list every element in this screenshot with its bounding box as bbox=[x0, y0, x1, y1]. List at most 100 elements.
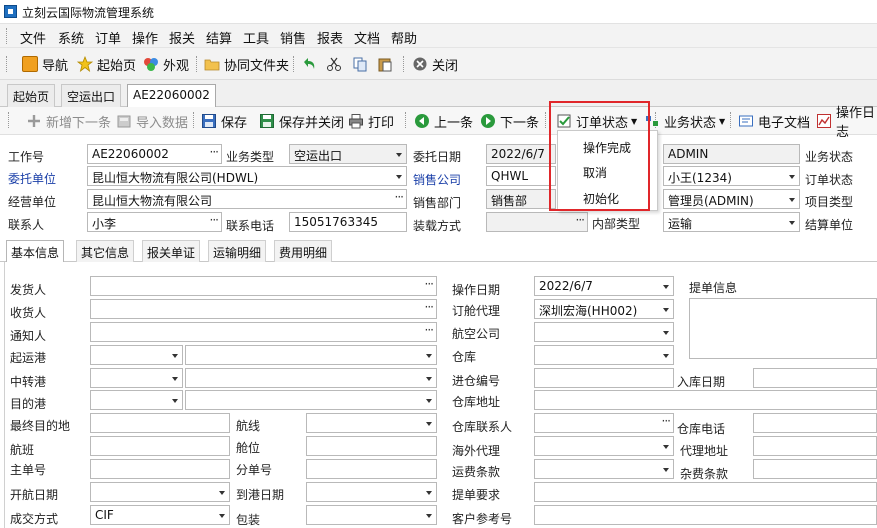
trade-terms-select[interactable]: CIF bbox=[90, 505, 230, 525]
status-menu-item-init[interactable]: 初始化 bbox=[583, 190, 619, 207]
client-label[interactable]: 委托单位 bbox=[8, 170, 56, 187]
bl-info-textarea[interactable] bbox=[689, 298, 877, 359]
pol-name-select[interactable] bbox=[185, 345, 437, 365]
menu-system[interactable]: 系统 bbox=[56, 27, 86, 48]
client-select[interactable]: 昆山恒大物流有限公司(HDWL) bbox=[87, 166, 407, 186]
bl-info-label: 提单信息 bbox=[689, 281, 738, 295]
flight-field[interactable] bbox=[90, 436, 230, 456]
title-bar: 立刻云国际物流管理系统 bbox=[0, 0, 877, 24]
tab-basic-info[interactable]: 基本信息 bbox=[6, 240, 65, 263]
sales-company-field[interactable]: QHWL bbox=[486, 166, 556, 186]
loading-method-field[interactable] bbox=[486, 212, 588, 232]
eta-date-field[interactable] bbox=[306, 482, 437, 502]
nav-button[interactable]: 导航 bbox=[22, 55, 68, 74]
freight-terms-select[interactable] bbox=[534, 459, 674, 479]
transit-code-select[interactable] bbox=[90, 368, 183, 388]
tab-ae22060002[interactable]: AE22060002 bbox=[127, 84, 216, 108]
save-close-button[interactable]: 保存并关闭 bbox=[259, 112, 344, 131]
shipper-label: 发货人 bbox=[10, 283, 47, 297]
agent-addr-field[interactable] bbox=[753, 436, 877, 456]
route-select[interactable] bbox=[306, 413, 437, 433]
order-status-button[interactable]: 订单状态 ▼ bbox=[556, 112, 637, 131]
airline-select[interactable] bbox=[534, 322, 674, 342]
op-date-field[interactable]: 2022/6/7 bbox=[534, 276, 674, 296]
menu-tools[interactable]: 工具 bbox=[241, 27, 271, 48]
menu-documents[interactable]: 文档 bbox=[352, 27, 382, 48]
menu-operation[interactable]: 操作 bbox=[130, 27, 160, 48]
add-next-button[interactable]: 新增下一条 bbox=[26, 112, 111, 131]
manager-select[interactable]: 管理员(ADMIN) bbox=[663, 189, 800, 209]
appearance-button[interactable]: 外观 bbox=[143, 55, 189, 74]
undo-button[interactable] bbox=[301, 55, 321, 73]
status-menu-item-cancel[interactable]: 取消 bbox=[583, 164, 607, 181]
final-dest-field[interactable] bbox=[90, 413, 230, 433]
salesman-select[interactable]: 小王(1234) bbox=[663, 166, 800, 186]
wh-in-date-field[interactable] bbox=[753, 368, 877, 388]
operator-field[interactable]: 昆山恒大物流有限公司 bbox=[87, 189, 407, 209]
close-button[interactable]: 关闭 bbox=[412, 55, 458, 74]
tab-transport-details[interactable]: 运输明细 bbox=[208, 240, 267, 262]
sales-dept-field[interactable]: 销售部 bbox=[486, 189, 556, 209]
booking-agent-select[interactable]: 深圳宏海(HH002) bbox=[534, 299, 674, 319]
operation-log-button[interactable]: 操作日志 bbox=[816, 106, 877, 140]
save-button[interactable]: 保存 bbox=[201, 112, 247, 131]
contact-field[interactable]: 小李 bbox=[87, 212, 222, 232]
menu-order[interactable]: 订单 bbox=[93, 27, 123, 48]
e-documents-button[interactable]: 电子文档 bbox=[738, 112, 810, 131]
warehouse-select[interactable] bbox=[534, 345, 674, 365]
overseas-agent-select[interactable] bbox=[534, 436, 674, 456]
copy-button[interactable] bbox=[352, 55, 372, 73]
customer-ref-field[interactable] bbox=[534, 505, 877, 525]
paste-button[interactable] bbox=[377, 55, 397, 73]
pod-name-select[interactable] bbox=[185, 390, 437, 410]
tab-other-info[interactable]: 其它信息 bbox=[76, 240, 135, 262]
notify-field[interactable] bbox=[90, 322, 437, 342]
next-record-button[interactable]: 下一条 bbox=[480, 112, 539, 131]
mawb-field[interactable] bbox=[90, 459, 230, 479]
wh-in-no-field[interactable] bbox=[534, 368, 674, 388]
consignee-field[interactable] bbox=[90, 299, 437, 319]
menu-settlement[interactable]: 结算 bbox=[204, 27, 234, 48]
entrust-date-field[interactable]: 2022/6/7 bbox=[486, 144, 556, 164]
phone-field[interactable]: 15051763345 bbox=[289, 212, 407, 232]
pol-code-select[interactable] bbox=[90, 345, 183, 365]
tab-air-export[interactable]: 空运出口 bbox=[61, 84, 122, 107]
business-status-button[interactable]: 业务状态 ▼ bbox=[644, 112, 725, 131]
import-button[interactable]: 导入数据 bbox=[116, 112, 188, 131]
packing-select[interactable] bbox=[306, 505, 437, 525]
action-toolbar: 新增下一条 导入数据 保存 保存并关闭 打印 上一条 下一条 订单状态 ▼ 业务状… bbox=[0, 106, 877, 140]
biz-type-select[interactable]: 空运出口 bbox=[289, 144, 407, 164]
creator-field[interactable]: ADMIN bbox=[663, 144, 800, 164]
wh-addr-field[interactable] bbox=[534, 390, 877, 410]
tab-fee-details[interactable]: 费用明细 bbox=[274, 240, 333, 262]
toolbar-separator bbox=[545, 112, 547, 128]
tab-start-page[interactable]: 起始页 bbox=[7, 84, 56, 107]
job-no-field[interactable]: AE22060002 bbox=[87, 144, 222, 164]
internal-type-select[interactable]: 运输 bbox=[663, 212, 800, 232]
prev-record-button[interactable]: 上一条 bbox=[414, 112, 473, 131]
wh-contact-field[interactable] bbox=[534, 413, 674, 433]
menu-reports[interactable]: 报表 bbox=[315, 27, 345, 48]
save-icon bbox=[201, 113, 217, 129]
shared-folder-button[interactable]: 协同文件夹 bbox=[204, 55, 289, 74]
tab-customs-docs[interactable]: 报关单证 bbox=[142, 240, 201, 262]
home-button[interactable]: 起始页 bbox=[76, 55, 136, 74]
menu-file[interactable]: 文件 bbox=[18, 27, 48, 48]
menu-sales[interactable]: 销售 bbox=[278, 27, 308, 48]
undo-icon bbox=[301, 56, 317, 72]
cut-button[interactable] bbox=[326, 55, 346, 73]
misc-terms-field[interactable] bbox=[753, 459, 877, 479]
transit-name-select[interactable] bbox=[185, 368, 437, 388]
wh-phone-field[interactable] bbox=[753, 413, 877, 433]
hawb-field[interactable] bbox=[306, 459, 437, 479]
menu-customs[interactable]: 报关 bbox=[167, 27, 197, 48]
pod-code-select[interactable] bbox=[90, 390, 183, 410]
shipper-field[interactable] bbox=[90, 276, 437, 296]
etd-date-field[interactable] bbox=[90, 482, 230, 502]
status-menu-item-complete[interactable]: 操作完成 bbox=[583, 139, 631, 156]
menu-help[interactable]: 帮助 bbox=[389, 27, 419, 48]
bl-requirement-field[interactable] bbox=[534, 482, 877, 502]
space-field[interactable] bbox=[306, 436, 437, 456]
print-button[interactable]: 打印 bbox=[348, 112, 394, 131]
sales-company-label[interactable]: 销售公司 bbox=[413, 171, 461, 188]
